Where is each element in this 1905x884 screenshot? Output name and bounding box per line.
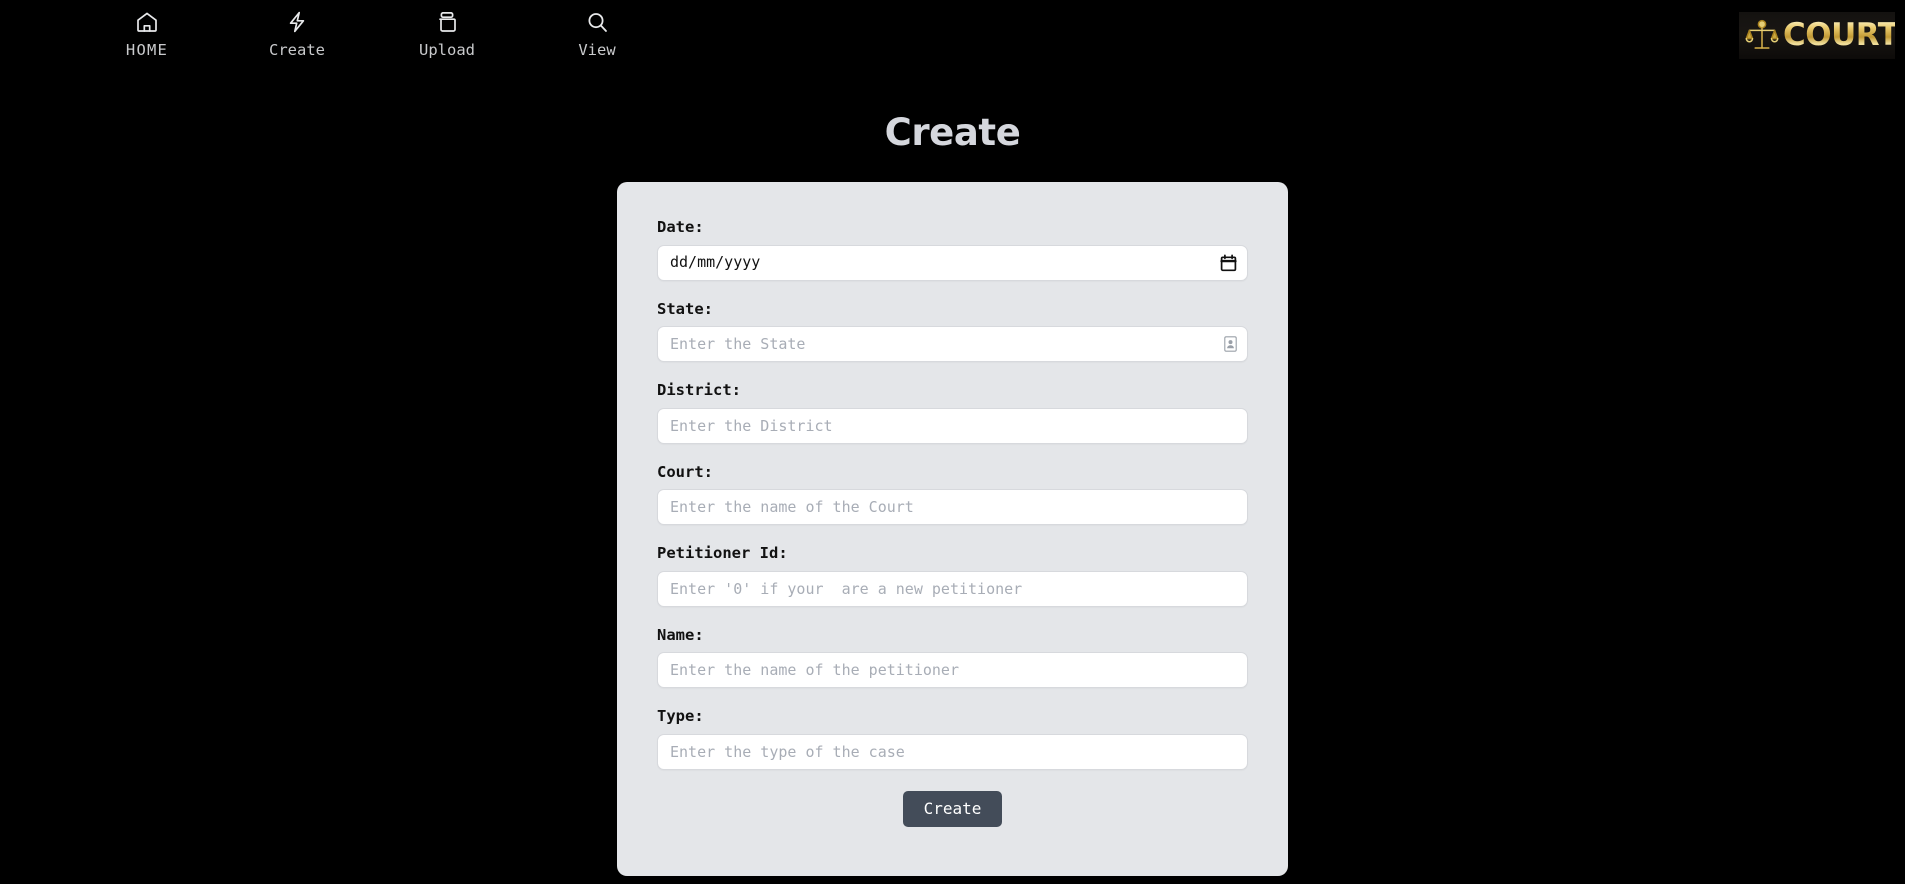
archive-icon — [435, 8, 459, 36]
label-court: Court: — [657, 462, 713, 481]
state-input-shell — [657, 326, 1248, 362]
petitioner-id-input[interactable] — [658, 571, 1247, 606]
district-input-shell — [657, 407, 1248, 444]
create-button[interactable]: Create — [902, 790, 1003, 827]
search-icon — [585, 8, 609, 36]
nav-label-upload: Upload — [419, 41, 475, 59]
nav-label-create: Create — [269, 41, 325, 59]
logo-text: COURTIFY — [1783, 20, 1895, 51]
calendar-icon[interactable] — [1220, 253, 1237, 272]
label-state: State: — [657, 299, 713, 318]
nav-item-view[interactable]: View — [522, 8, 672, 59]
label-petitioner-id: Petitioner Id: — [657, 544, 788, 562]
label-name: Name: — [657, 625, 704, 644]
nav-label-home: HOME — [125, 41, 169, 59]
create-case-form: Date: dd/mm/yyyy State: Enter the State … — [617, 182, 1288, 876]
type-input[interactable] — [658, 734, 1247, 769]
date-input[interactable]: dd/mm/yyyy — [657, 244, 1248, 281]
name-input[interactable] — [658, 653, 1247, 687]
home-icon — [135, 8, 159, 36]
field-type: Type: — [657, 707, 1248, 770]
state-input[interactable] — [658, 327, 1247, 361]
date-input-value: dd/mm/yyyy — [670, 253, 761, 271]
name-input-shell — [657, 652, 1248, 688]
field-state: State: — [657, 299, 1248, 362]
field-date: Date: dd/mm/yyyy — [657, 218, 1248, 281]
nav-item-upload[interactable]: Upload — [372, 8, 522, 59]
label-type: Type: — [657, 707, 704, 725]
field-court: Court: — [657, 462, 1248, 525]
main-navbar: HOME Create Upload View COURT — [0, 0, 1905, 71]
contact-card-icon[interactable] — [1224, 336, 1237, 352]
label-district: District: — [657, 381, 741, 399]
nav-label-view: View — [578, 41, 616, 59]
submit-row: Create — [657, 790, 1248, 827]
label-date: Date: — [657, 218, 704, 236]
nav-item-create[interactable]: Create — [222, 8, 372, 59]
field-petitioner-id: Petitioner Id: — [657, 544, 1248, 607]
nav-item-home[interactable]: HOME — [72, 8, 222, 59]
field-name: Name: — [657, 625, 1248, 688]
petitioner-id-input-shell — [657, 570, 1248, 607]
scales-of-justice-icon — [1745, 18, 1779, 54]
court-input[interactable] — [658, 490, 1247, 524]
app-logo[interactable]: COURTIFY — [1739, 12, 1895, 59]
district-input[interactable] — [658, 408, 1247, 443]
page-title: Create — [884, 111, 1021, 154]
court-input-shell — [657, 489, 1248, 525]
type-input-shell — [657, 733, 1248, 770]
form-card-wrapper: Date: dd/mm/yyyy State: Enter the State … — [0, 182, 1905, 876]
field-district: District: — [657, 381, 1248, 444]
lightning-icon — [285, 8, 309, 36]
